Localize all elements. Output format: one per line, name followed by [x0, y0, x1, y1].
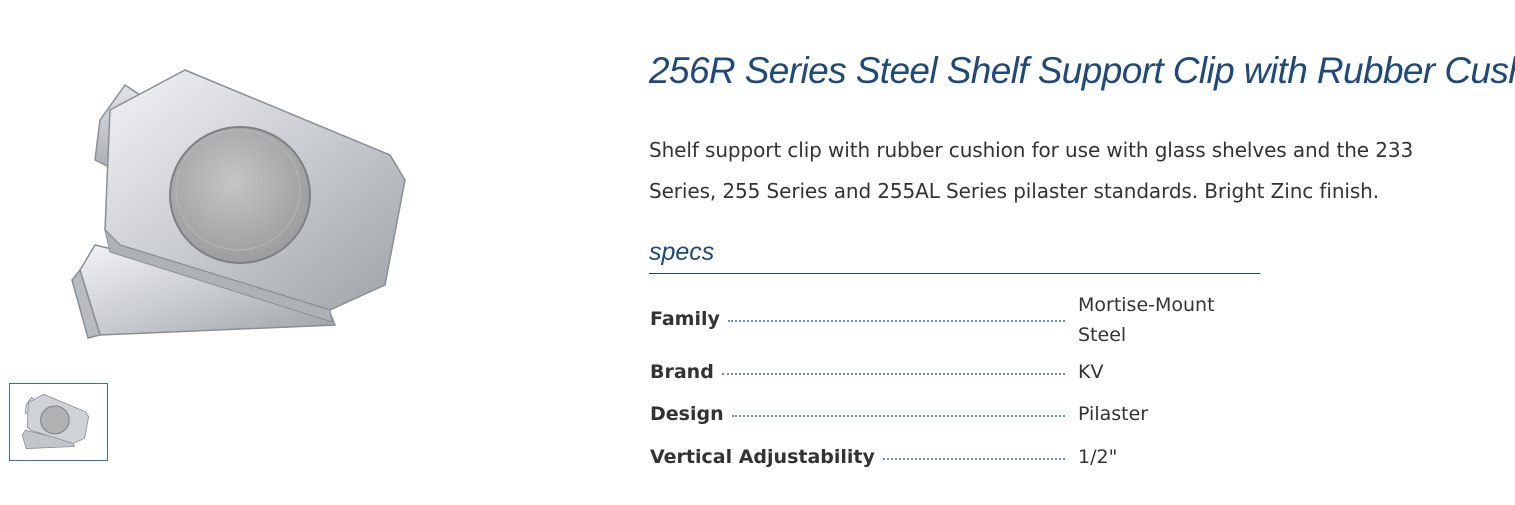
spec-dots [727, 320, 1065, 322]
spec-label: Design [650, 403, 724, 425]
shelf-clip-thumbnail [21, 393, 90, 450]
specs-heading: specs [649, 238, 1260, 274]
spec-dots [721, 373, 1065, 375]
product-title: 256R Series Steel Shelf Support Clip wit… [649, 50, 1515, 91]
spec-dots [882, 458, 1065, 460]
spec-label: Vertical Adjustability [650, 446, 875, 468]
spec-row-brand: Brand KV [650, 357, 1260, 391]
spec-row-family: Family Mortise-Mount Steel [650, 290, 1260, 350]
shelf-clip-image [71, 69, 406, 339]
product-description: Shelf support clip with rubber cushion f… [649, 138, 1414, 203]
spec-row-design: Design Pilaster [650, 399, 1260, 433]
spec-label: Family [650, 308, 720, 330]
spec-value: Pilaster [1078, 403, 1149, 425]
product-main-image[interactable] [40, 40, 480, 370]
product-gallery [0, 0, 560, 505]
spec-row-vertical-adjustability: Vertical Adjustability 1/2" [650, 442, 1260, 476]
thumbnail-1[interactable] [9, 383, 108, 461]
spec-dots [731, 415, 1065, 417]
spec-label: Brand [650, 361, 714, 383]
spec-value: Mortise-Mount Steel [1078, 294, 1215, 346]
spec-value: 1/2" [1078, 446, 1118, 468]
spec-value: KV [1078, 361, 1104, 383]
